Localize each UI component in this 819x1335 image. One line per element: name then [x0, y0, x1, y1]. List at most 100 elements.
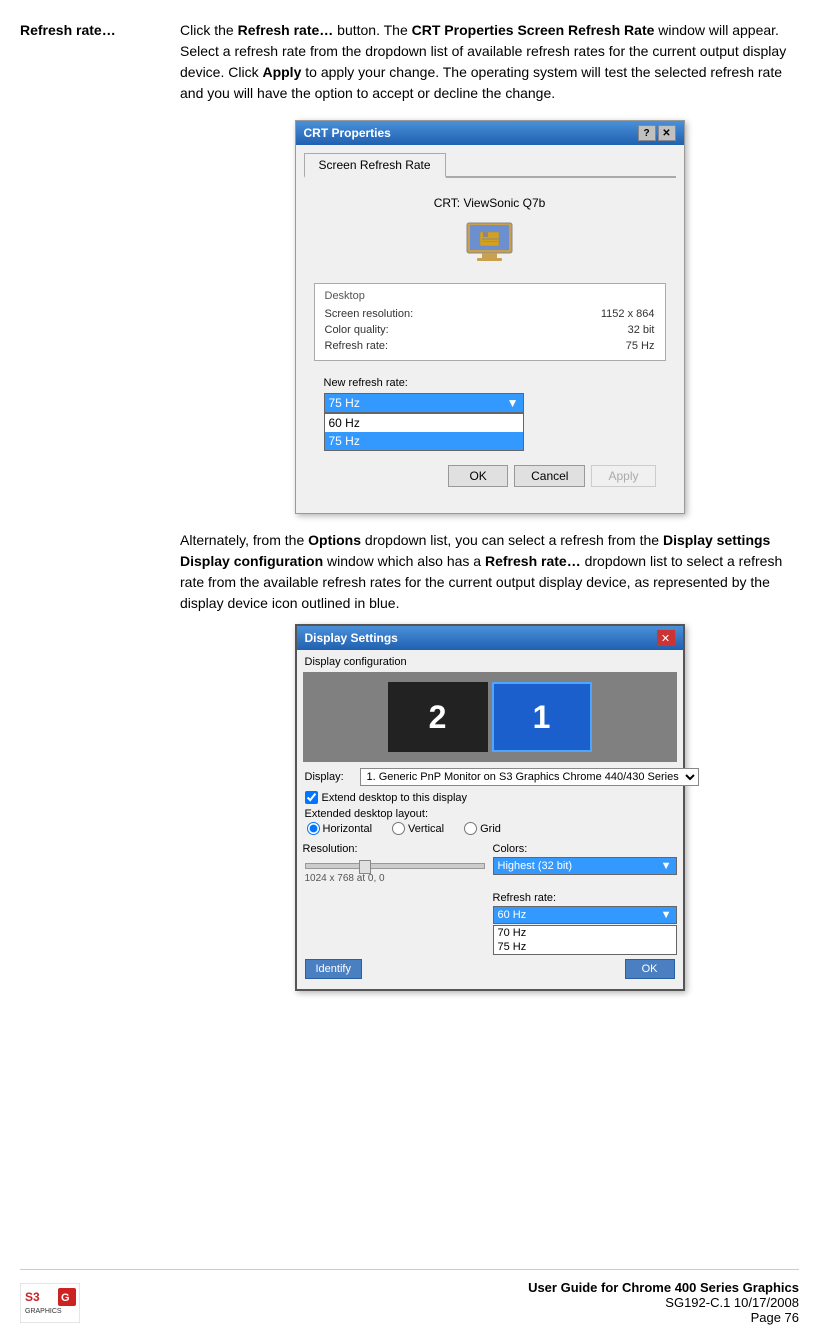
svg-text:GRAPHICS: GRAPHICS [25, 1308, 62, 1315]
ds-ok-button[interactable]: OK [625, 959, 675, 979]
ds-titlebar: Display Settings ✕ [297, 626, 683, 650]
tab-screen-refresh-rate[interactable]: Screen Refresh Rate [304, 153, 446, 178]
layout-radio-row: Horizontal Vertical Grid [305, 822, 675, 835]
content-row: Refresh rate… Click the Refresh rate… bu… [20, 20, 799, 1001]
radio-vertical-label: Vertical [408, 823, 444, 835]
bold-refresh-rate-1: Refresh rate… [238, 22, 334, 38]
radio-horizontal-input[interactable] [307, 822, 320, 835]
titlebar-buttons: ? ✕ [638, 125, 676, 141]
display-dropdown[interactable]: 1. Generic PnP Monitor on S3 Graphics Ch… [360, 768, 699, 786]
colors-column: Colors: Highest (32 bit) ▼ [493, 843, 677, 886]
resolution-slider-track [305, 863, 485, 869]
colors-label: Colors: [493, 843, 677, 855]
resolution-slider-container: 1024 x 768 at 0, 0 [303, 857, 487, 886]
footer-guide-title: User Guide for Chrome 400 Series Graphic… [528, 1280, 799, 1295]
refresh-rate-col-label: Refresh rate: [493, 892, 677, 904]
resolution-slider-thumb[interactable] [359, 860, 371, 874]
desktop-info-box: Desktop Screen resolution: 1152 x 864 Co… [314, 283, 666, 361]
cancel-button[interactable]: Cancel [514, 465, 585, 487]
footer-doc-number: SG192-C.1 10/17/2008 [528, 1295, 799, 1310]
desc-column: Click the Refresh rate… button. The CRT … [180, 20, 799, 1001]
color-quality-row: Color quality: 32 bit [325, 322, 655, 338]
page-footer: S3 GRAPHICS G User Guide for Chrome 400 … [20, 1269, 799, 1325]
close-button[interactable]: ✕ [658, 125, 676, 141]
new-refresh-label: New refresh rate: [324, 377, 656, 389]
radio-horizontal[interactable]: Horizontal [307, 822, 373, 835]
term-column: Refresh rate… [20, 20, 180, 38]
bold-options: Options [308, 532, 361, 548]
refresh-section: Refresh rate: 60 Hz ▼ 70 Hz 75 Hz [303, 892, 677, 955]
display-label: Display: [305, 771, 360, 783]
bold-crt-props: CRT Properties Screen Refresh Rate [412, 22, 655, 38]
dropdown-option-75hz[interactable]: 75 Hz [325, 432, 523, 450]
bold-display-settings: Display settings Display configuration [180, 532, 770, 569]
logo-svg: S3 GRAPHICS G [20, 1283, 80, 1323]
page-container: Refresh rate… Click the Refresh rate… bu… [0, 0, 819, 1335]
radio-grid-label: Grid [480, 823, 501, 835]
crt-titlebar: CRT Properties ? ✕ [296, 121, 684, 145]
colors-dropdown[interactable]: Highest (32 bit) ▼ [493, 857, 677, 875]
refresh-options-list: 70 Hz 75 Hz [493, 925, 677, 955]
resolution-label: Resolution: [303, 843, 487, 855]
monitor-block-2: 2 [388, 682, 488, 752]
radio-vertical[interactable]: Vertical [392, 822, 444, 835]
paragraph-2: Alternately, from the Options dropdown l… [180, 530, 799, 614]
tab-bar: Screen Refresh Rate [304, 153, 676, 178]
resolution-column: Resolution: 1024 x 768 at 0, 0 [303, 843, 487, 886]
display-config-label: Display configuration [303, 656, 677, 668]
monitor-display-area: 2 1 [303, 672, 677, 762]
screen-resolution-value: 1152 x 864 [601, 308, 655, 320]
refresh-option-70hz[interactable]: 70 Hz [494, 926, 676, 940]
radio-grid-input[interactable] [464, 822, 477, 835]
crt-title: CRT Properties [304, 126, 391, 140]
ds-bottom-row: Identify OK [303, 955, 677, 983]
crt-dialog-buttons: OK Cancel Apply [314, 457, 666, 495]
identify-button[interactable]: Identify [305, 959, 362, 979]
ds-title: Display Settings [305, 631, 398, 645]
crt-dialog-body: Screen Refresh Rate CRT: ViewSonic Q7b [296, 145, 684, 513]
ok-button[interactable]: OK [448, 465, 508, 487]
ds-close-button[interactable]: ✕ [657, 630, 675, 646]
radio-horizontal-label: Horizontal [323, 823, 373, 835]
refresh-rate-ds-dropdown[interactable]: 60 Hz ▼ [493, 906, 677, 924]
refresh-right-col: Refresh rate: 60 Hz ▼ 70 Hz 75 Hz [493, 892, 677, 955]
radio-vertical-input[interactable] [392, 822, 405, 835]
footer-text: User Guide for Chrome 400 Series Graphic… [528, 1280, 799, 1325]
paragraph-1: Click the Refresh rate… button. The CRT … [180, 20, 799, 104]
extended-layout-section: Extended desktop layout: Horizontal Vert… [303, 806, 677, 841]
help-button[interactable]: ? [638, 125, 656, 141]
color-quality-value: 32 bit [628, 324, 655, 336]
extend-desktop-checkbox[interactable] [305, 791, 318, 804]
color-quality-label: Color quality: [325, 324, 389, 336]
resolution-value: 1024 x 768 at 0, 0 [305, 873, 485, 884]
bold-refresh-rate-2: Refresh rate… [485, 553, 581, 569]
refresh-option-75hz[interactable]: 75 Hz [494, 940, 676, 954]
extend-desktop-row: Extend desktop to this display [303, 789, 677, 806]
radio-grid[interactable]: Grid [464, 822, 501, 835]
crt-device-title: CRT: ViewSonic Q7b [314, 196, 666, 210]
footer-page: Page 76 [528, 1310, 799, 1325]
refresh-rate-label: Refresh rate: [325, 340, 389, 352]
crt-inner: CRT: ViewSonic Q7b [304, 186, 676, 505]
refresh-rate-dropdown[interactable]: 75 Hz ▼ [324, 393, 524, 413]
colors-selected-value: Highest (32 bit) [498, 860, 573, 872]
refresh-dropdown-arrow: ▼ [661, 909, 672, 921]
bold-apply: Apply [262, 64, 301, 80]
screen-resolution-label: Screen resolution: [325, 308, 414, 320]
monitor-block-1: 1 [492, 682, 592, 752]
dropdown-option-60hz[interactable]: 60 Hz [325, 414, 523, 432]
svg-text:G: G [61, 1292, 70, 1304]
term-label: Refresh rate… [20, 22, 116, 38]
monitor-icon-container [314, 218, 666, 273]
refresh-rate-row: Refresh rate: 75 Hz [325, 338, 655, 354]
refresh-left-spacer [303, 892, 487, 955]
new-refresh-rate-section: New refresh rate: 75 Hz ▼ 60 Hz 75 Hz [314, 371, 666, 457]
apply-button[interactable]: Apply [591, 465, 655, 487]
display-row: Display: 1. Generic PnP Monitor on S3 Gr… [303, 768, 677, 786]
ds-body: Display configuration 2 1 Display: 1. Ge… [297, 650, 683, 989]
refresh-rate-value: 75 Hz [626, 340, 655, 352]
two-col-section: Resolution: 1024 x 768 at 0, 0 Colors: [303, 843, 677, 886]
crt-properties-dialog: CRT Properties ? ✕ Screen Refresh Rate C… [295, 120, 685, 514]
dropdown-selected-value: 75 Hz [329, 396, 360, 410]
desktop-section-label: Desktop [325, 290, 655, 302]
